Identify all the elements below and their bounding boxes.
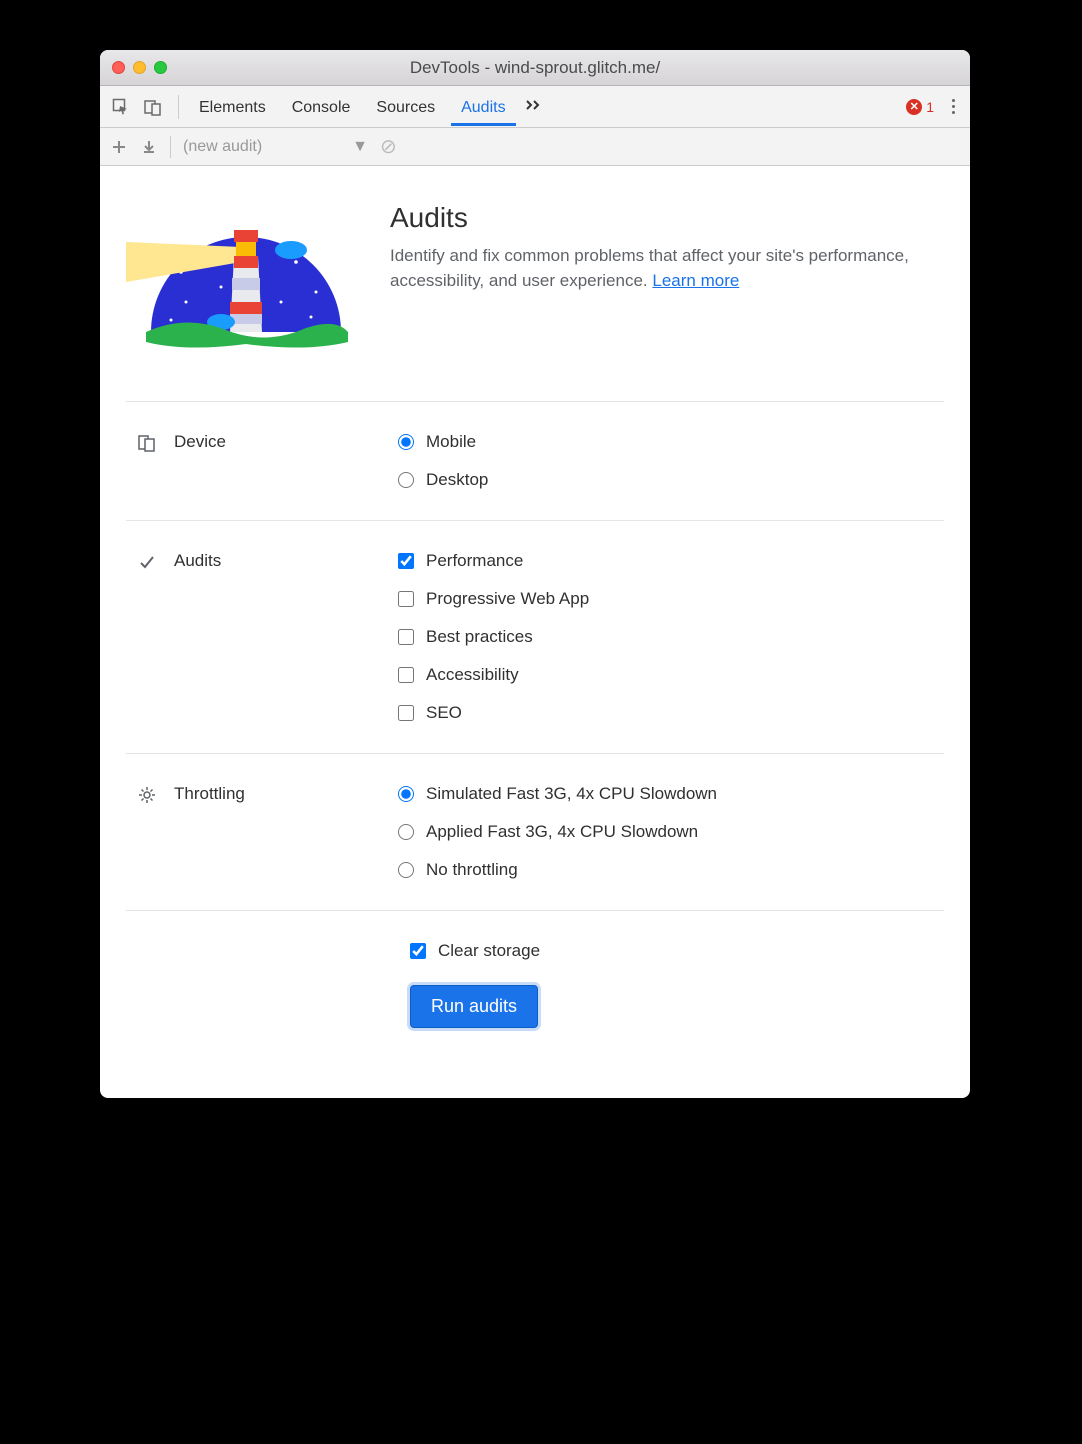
device-option-desktop[interactable]: Desktop: [398, 470, 932, 490]
device-section: Device Mobile Desktop: [126, 402, 944, 521]
devtools-tabbar: Elements Console Sources Audits ✕ 1: [100, 86, 970, 128]
error-count: 1: [926, 99, 934, 115]
lighthouse-illustration: [126, 202, 356, 367]
audits-section: Audits Performance Progressive Web App B…: [126, 521, 944, 754]
option-label: Performance: [426, 551, 523, 571]
option-label: Mobile: [426, 432, 476, 452]
panel-heading: Audits: [390, 202, 944, 234]
radio-simulated[interactable]: [398, 786, 414, 802]
option-label: Accessibility: [426, 665, 519, 685]
option-label: Applied Fast 3G, 4x CPU Slowdown: [426, 822, 698, 842]
checkbox-clear-storage[interactable]: [410, 943, 426, 959]
separator: [178, 95, 179, 119]
close-window-button[interactable]: [112, 61, 125, 74]
tab-sources[interactable]: Sources: [364, 89, 447, 125]
intro-text: Audits Identify and fix common problems …: [390, 202, 944, 367]
audits-panel: Audits Identify and fix common problems …: [100, 166, 970, 1098]
checkbox-performance[interactable]: [398, 553, 414, 569]
inspect-icon[interactable]: [110, 96, 132, 118]
more-tabs-button[interactable]: [520, 98, 548, 116]
clear-icon[interactable]: ⊘: [380, 134, 397, 159]
option-label: Progressive Web App: [426, 589, 589, 609]
device-label: Device: [174, 432, 226, 452]
device-option-mobile[interactable]: Mobile: [398, 432, 932, 452]
clear-storage-row: Clear storage: [126, 911, 944, 985]
minimize-window-button[interactable]: [133, 61, 146, 74]
checkbox-accessibility[interactable]: [398, 667, 414, 683]
kebab-menu[interactable]: [942, 99, 964, 114]
radio-desktop[interactable]: [398, 472, 414, 488]
audit-option-performance[interactable]: Performance: [398, 551, 932, 571]
option-label: Best practices: [426, 627, 533, 647]
new-audit-icon[interactable]: [110, 140, 128, 154]
traffic-lights: [112, 61, 167, 74]
radio-mobile[interactable]: [398, 434, 414, 450]
clear-storage-label: Clear storage: [438, 941, 540, 961]
audits-label: Audits: [174, 551, 221, 571]
radio-no-throttle[interactable]: [398, 862, 414, 878]
audit-option-pwa[interactable]: Progressive Web App: [398, 589, 932, 609]
devtools-window: DevTools - wind-sprout.glitch.me/ Elemen…: [100, 50, 970, 1098]
device-toggle-icon[interactable]: [142, 96, 164, 118]
option-label: SEO: [426, 703, 462, 723]
audit-option-seo[interactable]: SEO: [398, 703, 932, 723]
tab-audits[interactable]: Audits: [449, 89, 517, 125]
zoom-window-button[interactable]: [154, 61, 167, 74]
option-label: Desktop: [426, 470, 488, 490]
throttle-option-simulated[interactable]: Simulated Fast 3G, 4x CPU Slowdown: [398, 784, 932, 804]
chevron-down-icon: ▼: [352, 138, 368, 156]
download-icon[interactable]: [140, 140, 158, 154]
throttle-option-applied[interactable]: Applied Fast 3G, 4x CPU Slowdown: [398, 822, 932, 842]
option-label: No throttling: [426, 860, 518, 880]
device-icon: [138, 434, 158, 457]
window-titlebar: DevTools - wind-sprout.glitch.me/: [100, 50, 970, 86]
audits-subbar: (new audit) ▼ ⊘: [100, 128, 970, 166]
tab-elements[interactable]: Elements: [187, 89, 278, 125]
error-counter[interactable]: ✕ 1: [906, 99, 940, 115]
panel-description: Identify and fix common problems that af…: [390, 246, 909, 290]
checkbox-pwa[interactable]: [398, 591, 414, 607]
run-audits-button[interactable]: Run audits: [410, 985, 538, 1028]
checkbox-best-practices[interactable]: [398, 629, 414, 645]
audit-selector-label: (new audit): [183, 138, 262, 156]
checkbox-seo[interactable]: [398, 705, 414, 721]
radio-applied[interactable]: [398, 824, 414, 840]
throttling-section: Throttling Simulated Fast 3G, 4x CPU Slo…: [126, 754, 944, 911]
throttling-label: Throttling: [174, 784, 245, 804]
audit-option-best-practices[interactable]: Best practices: [398, 627, 932, 647]
window-title: DevTools - wind-sprout.glitch.me/: [100, 58, 970, 78]
audit-selector[interactable]: (new audit) ▼: [183, 138, 368, 156]
gear-icon: [138, 786, 158, 809]
audit-option-accessibility[interactable]: Accessibility: [398, 665, 932, 685]
intro-section: Audits Identify and fix common problems …: [126, 166, 944, 402]
error-icon: ✕: [906, 99, 922, 115]
tab-console[interactable]: Console: [280, 89, 363, 125]
check-icon: [138, 553, 158, 576]
throttle-option-none[interactable]: No throttling: [398, 860, 932, 880]
option-label: Simulated Fast 3G, 4x CPU Slowdown: [426, 784, 717, 804]
learn-more-link[interactable]: Learn more: [652, 271, 739, 290]
separator: [170, 136, 171, 158]
